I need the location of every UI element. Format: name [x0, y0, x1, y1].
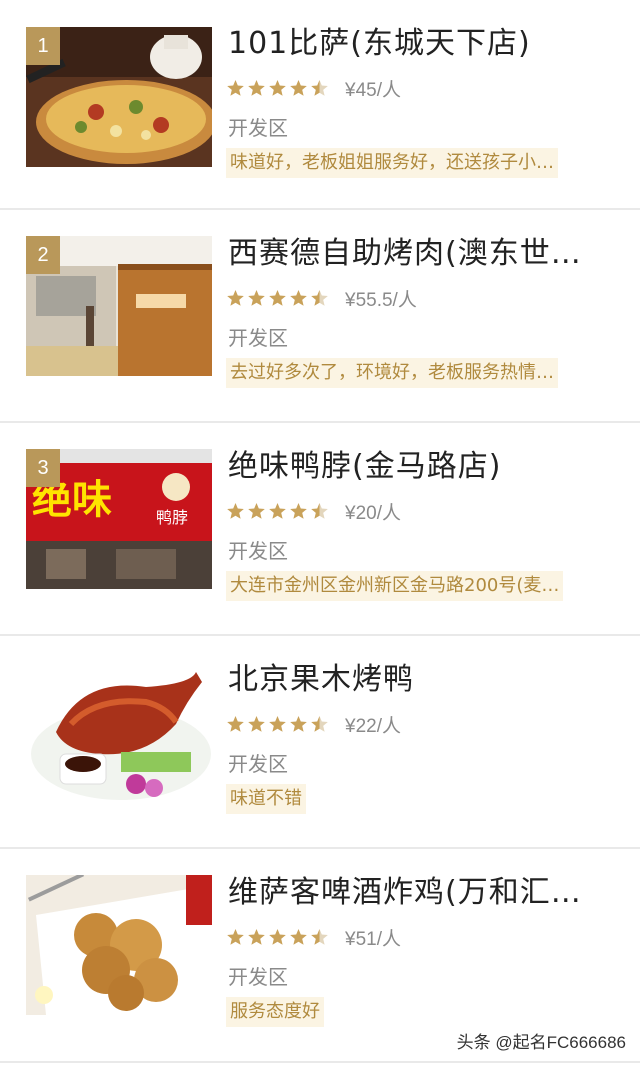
restaurant-name[interactable]: 绝味鸭脖(金马路店) — [228, 445, 628, 489]
star-rating — [226, 715, 331, 733]
star-icon — [227, 929, 244, 945]
rating-row: ¥45/人 — [226, 76, 401, 101]
restaurant-list: 1 101比萨(东城天下店) ¥45/人 开发区 味道好，老板姐姐服务好，还送孩… — [0, 0, 640, 1060]
star-icon — [290, 929, 307, 945]
restaurant-name[interactable]: 北京果木烤鸭 — [228, 658, 628, 702]
district-label: 开发区 — [228, 326, 288, 350]
star-icon — [248, 503, 265, 519]
star-icon — [269, 929, 286, 945]
star-icon — [227, 503, 244, 519]
star-icon — [227, 80, 244, 96]
review-snippet-tag: 服务态度好 — [226, 997, 324, 1027]
restaurant-thumbnail[interactable] — [26, 662, 212, 802]
review-snippet-tag: 去过好多次了，环境好，老板服务热情… — [226, 358, 558, 388]
star-half-icon — [311, 503, 328, 519]
star-icon — [227, 290, 244, 306]
restaurant-name[interactable]: 维萨客啤酒炸鸡(万和汇… — [228, 871, 628, 915]
star-icon — [248, 80, 265, 96]
restaurant-list-item[interactable]: 北京果木烤鸭 ¥22/人 开发区 味道不错 — [0, 634, 640, 847]
star-icon — [269, 503, 286, 519]
rating-row: ¥22/人 — [226, 712, 401, 737]
star-icon — [269, 716, 286, 732]
restaurant-name[interactable]: 西赛德自助烤肉(澳东世… — [228, 232, 628, 276]
watermark: 头条 @起名FC666686 — [456, 1033, 626, 1052]
review-snippet-tag: 味道不错 — [226, 784, 306, 814]
star-half-icon — [311, 80, 328, 96]
price-per-person: ¥45/人 — [345, 79, 401, 101]
rank-badge: 1 — [26, 27, 60, 65]
price-per-person: ¥20/人 — [345, 502, 401, 524]
star-icon — [290, 290, 307, 306]
list-bottom-divider — [0, 1061, 640, 1063]
star-rating — [226, 289, 331, 307]
district-label: 开发区 — [228, 965, 288, 989]
restaurant-name[interactable]: 101比萨(东城天下店) — [228, 22, 628, 66]
star-rating — [226, 928, 331, 946]
rating-row: ¥51/人 — [226, 925, 401, 950]
district-label: 开发区 — [228, 539, 288, 563]
district-label: 开发区 — [228, 116, 288, 140]
star-icon — [248, 929, 265, 945]
star-half-icon — [311, 716, 328, 732]
star-icon — [248, 290, 265, 306]
star-icon — [290, 80, 307, 96]
star-icon — [269, 80, 286, 96]
fried-chicken-photo — [26, 875, 212, 1015]
price-per-person: ¥51/人 — [345, 928, 401, 950]
restaurant-thumbnail[interactable] — [26, 875, 212, 1015]
star-icon — [290, 716, 307, 732]
star-rating — [226, 79, 331, 97]
rank-badge: 2 — [26, 236, 60, 274]
review-snippet-tag: 味道好，老板姐姐服务好，还送孩子小… — [226, 148, 558, 178]
star-half-icon — [311, 290, 328, 306]
restaurant-list-item[interactable]: 1 101比萨(东城天下店) ¥45/人 开发区 味道好，老板姐姐服务好，还送孩… — [0, 0, 640, 208]
star-rating — [226, 502, 331, 520]
district-label: 开发区 — [228, 752, 288, 776]
rating-row: ¥20/人 — [226, 499, 401, 524]
restaurant-list-item[interactable]: 2 西赛德自助烤肉(澳东世… ¥55.5/人 开发区 去过好多次了，环境好，老板… — [0, 208, 640, 421]
star-icon — [248, 716, 265, 732]
review-snippet-tag: 大连市金州区金州新区金马路200号(麦… — [226, 571, 564, 601]
star-icon — [227, 716, 244, 732]
price-per-person: ¥55.5/人 — [345, 289, 417, 311]
price-per-person: ¥22/人 — [345, 715, 401, 737]
restaurant-list-item[interactable]: 绝味 鸭脖 3 绝味鸭脖(金马路店) ¥20/人 开发区 大连市金州区金州新区金… — [0, 421, 640, 634]
star-icon — [290, 503, 307, 519]
roast-duck-photo — [26, 662, 212, 802]
rank-badge: 3 — [26, 449, 60, 487]
star-half-icon — [311, 929, 328, 945]
star-icon — [269, 290, 286, 306]
svg-text:鸭脖: 鸭脖 — [156, 508, 188, 527]
rating-row: ¥55.5/人 — [226, 286, 417, 311]
